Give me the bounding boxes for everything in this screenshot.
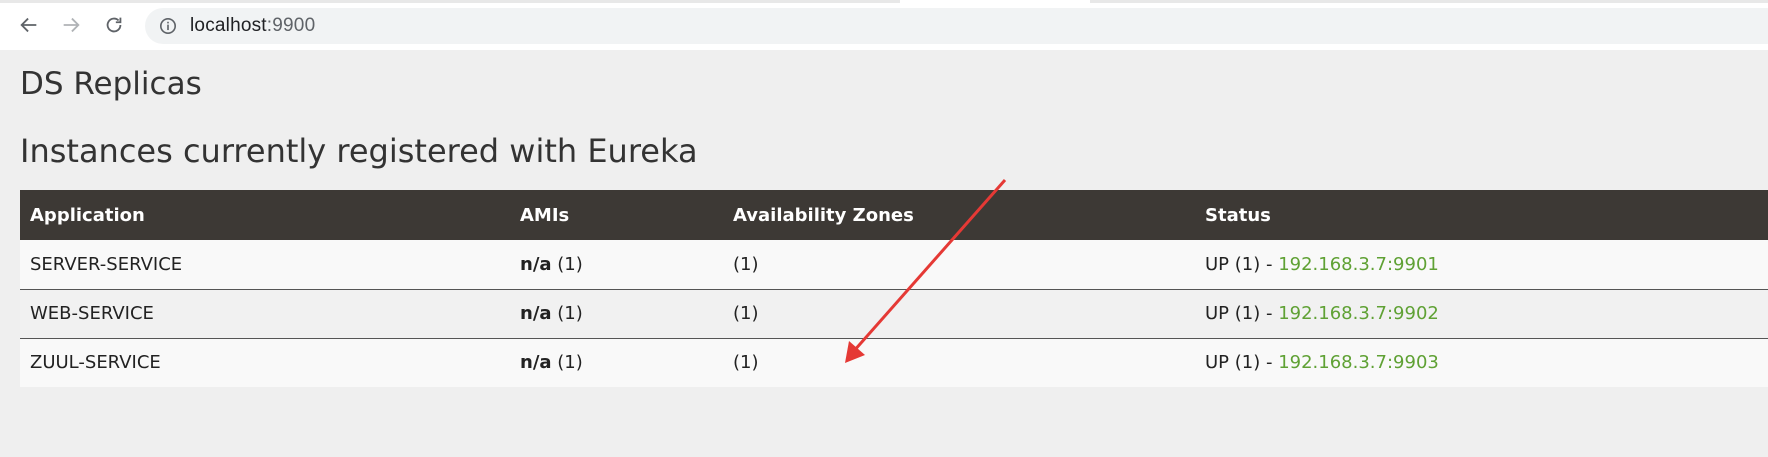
info-icon[interactable]	[159, 17, 177, 35]
reload-icon	[106, 17, 122, 33]
header-application: Application	[20, 190, 510, 240]
instances-table: Application AMIs Availability Zones Stat…	[20, 190, 1768, 387]
url-port: :9900	[266, 15, 316, 36]
status-text: UP (1) -	[1205, 253, 1279, 275]
tab-strip	[0, 0, 1768, 4]
ami-count: (1)	[557, 352, 583, 374]
arrow-left-icon	[20, 17, 37, 33]
status-text: UP (1) -	[1205, 352, 1279, 374]
back-button[interactable]	[15, 11, 43, 39]
ami-cell: n/a (1)	[510, 288, 723, 338]
table-row: WEB-SERVICE n/a (1) (1) UP (1) - 192.168…	[20, 288, 1768, 338]
forward-button[interactable]	[57, 11, 85, 39]
zones-cell: (1)	[723, 288, 1195, 338]
instance-link[interactable]: 192.168.3.7:9902	[1278, 303, 1439, 324]
instance-link[interactable]: 192.168.3.7:9901	[1278, 254, 1439, 275]
ami-value: n/a	[520, 253, 552, 275]
status-cell: UP (1) - 192.168.3.7:9901	[1195, 240, 1768, 289]
zones-cell: (1)	[723, 337, 1195, 387]
ami-count: (1)	[557, 253, 583, 275]
ami-value: n/a	[520, 352, 552, 374]
header-status: Status	[1195, 190, 1768, 240]
page-title: DS Replicas	[20, 66, 202, 102]
application-name: SERVER-SERVICE	[20, 240, 510, 289]
table-header-row: Application AMIs Availability Zones Stat…	[20, 190, 1768, 240]
address-bar[interactable]: localhost:9900	[145, 8, 1768, 44]
status-cell: UP (1) - 192.168.3.7:9902	[1195, 288, 1768, 338]
page-content: DS Replicas Instances currently register…	[0, 50, 1768, 457]
header-availability-zones: Availability Zones	[723, 190, 1195, 240]
reload-button[interactable]	[100, 11, 128, 39]
table-row: SERVER-SERVICE n/a (1) (1) UP (1) - 192.…	[20, 240, 1768, 289]
arrow-right-icon	[63, 17, 80, 33]
application-name: ZUUL-SERVICE	[20, 337, 510, 387]
header-amis: AMIs	[510, 190, 723, 240]
zones-cell: (1)	[723, 240, 1195, 289]
ami-cell: n/a (1)	[510, 240, 723, 289]
ami-value: n/a	[520, 303, 552, 324]
url-text: localhost:9900	[190, 15, 315, 37]
section-title: Instances currently registered with Eure…	[20, 132, 698, 170]
status-text: UP (1) -	[1205, 303, 1279, 324]
browser-toolbar: localhost:9900	[0, 0, 1768, 50]
instance-link[interactable]: 192.168.3.7:9903	[1278, 352, 1439, 373]
status-cell: UP (1) - 192.168.3.7:9903	[1195, 337, 1768, 387]
url-host: localhost	[190, 15, 267, 36]
ami-count: (1)	[557, 303, 583, 324]
ami-cell: n/a (1)	[510, 337, 723, 387]
application-name: WEB-SERVICE	[20, 288, 510, 338]
table-row: ZUUL-SERVICE n/a (1) (1) UP (1) - 192.16…	[20, 337, 1768, 387]
